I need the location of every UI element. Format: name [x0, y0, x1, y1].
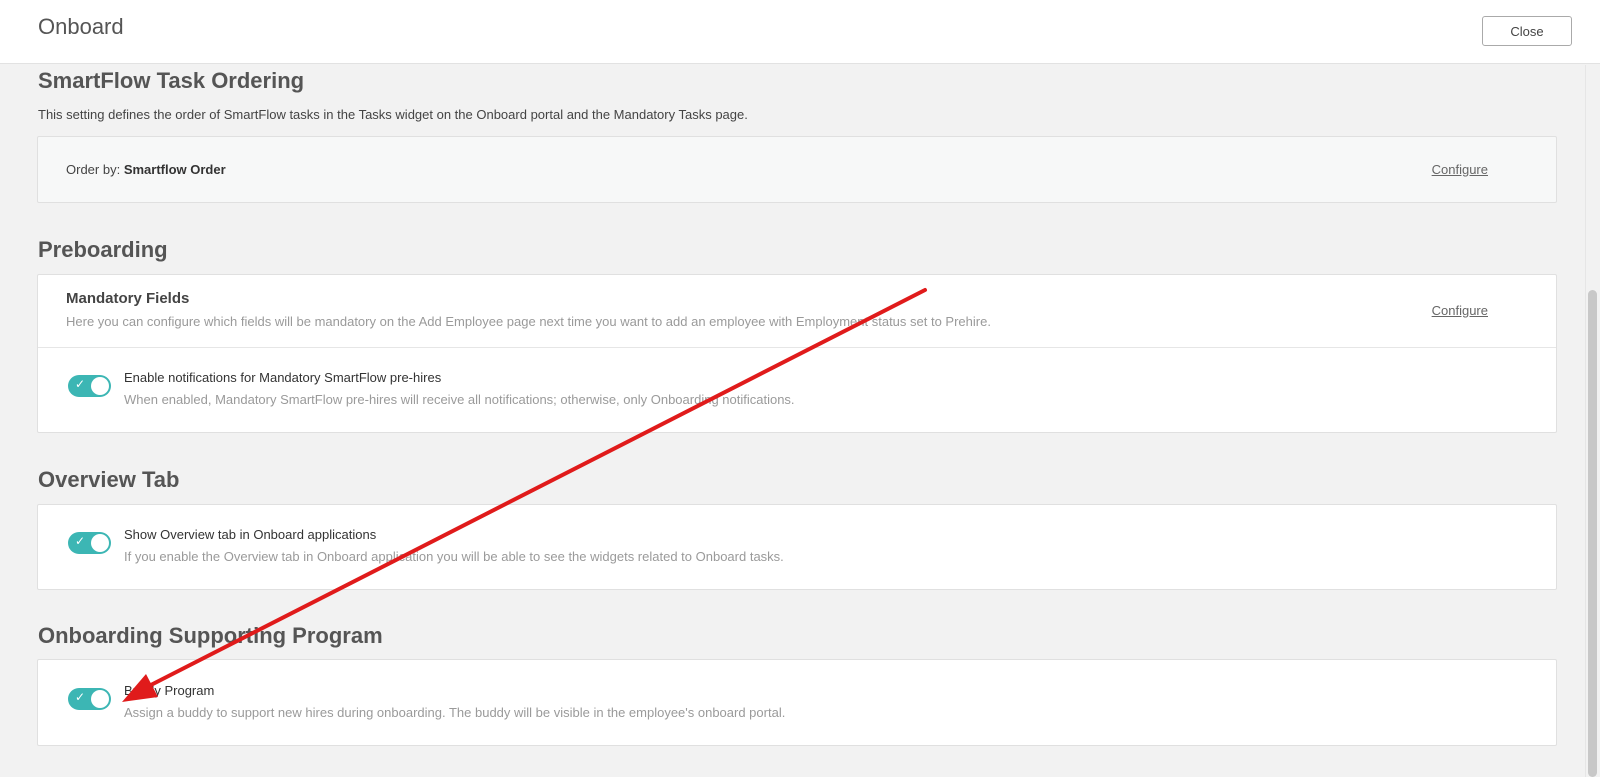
mandatory-fields-configure-link[interactable]: Configure [1432, 303, 1488, 318]
toggle-knob [91, 690, 109, 708]
overview-tab-toggle[interactable]: ✓ [68, 532, 111, 554]
notifications-toggle[interactable]: ✓ [68, 375, 111, 397]
notifications-option-description: When enabled, Mandatory SmartFlow pre-hi… [124, 392, 795, 407]
settings-content: SmartFlow Task Ordering This setting def… [0, 65, 1584, 777]
scrollbar-thumb[interactable] [1588, 290, 1597, 777]
task-ordering-configure-link[interactable]: Configure [1432, 162, 1488, 177]
toggle-knob [91, 534, 109, 552]
mandatory-fields-title: Mandatory Fields [66, 290, 190, 307]
close-button[interactable]: Close [1482, 16, 1572, 46]
section-title-supporting-program: Onboarding Supporting Program [38, 623, 383, 648]
buddy-program-title: Buddy Program [124, 683, 215, 698]
top-bar: Onboard Close [0, 0, 1600, 64]
check-icon: ✓ [75, 377, 86, 391]
buddy-program-description: Assign a buddy to support new hires duri… [124, 705, 786, 720]
order-by-value: Smartflow Order [123, 162, 226, 177]
overview-tab-option-title: Show Overview tab in Onboard application… [124, 527, 377, 542]
task-ordering-card: Order by: Smartflow Order Configure [37, 136, 1557, 203]
buddy-program-toggle[interactable]: ✓ [68, 688, 111, 710]
section-description-task-ordering: This setting defines the order of SmartF… [38, 107, 748, 122]
section-title-preboarding: Preboarding [38, 237, 168, 262]
mandatory-fields-description: Here you can configure which fields will… [66, 314, 991, 329]
row-divider [38, 347, 1556, 348]
check-icon: ✓ [75, 534, 86, 548]
order-by-label: Order by: [66, 162, 121, 177]
order-by-text: Order by: Smartflow Order [66, 162, 226, 177]
toggle-knob [91, 377, 109, 395]
check-icon: ✓ [75, 690, 86, 704]
supporting-program-card: ✓ Buddy Program Assign a buddy to suppor… [37, 659, 1557, 746]
app-title: Onboard [38, 14, 124, 39]
overview-tab-card: ✓ Show Overview tab in Onboard applicati… [37, 504, 1557, 590]
section-title-task-ordering: SmartFlow Task Ordering [38, 68, 305, 93]
notifications-option-title: Enable notifications for Mandatory Smart… [124, 370, 442, 385]
section-title-overview-tab: Overview Tab [38, 467, 180, 492]
preboarding-card: Mandatory Fields Here you can configure … [37, 274, 1557, 433]
overview-tab-option-description: If you enable the Overview tab in Onboar… [124, 549, 784, 564]
